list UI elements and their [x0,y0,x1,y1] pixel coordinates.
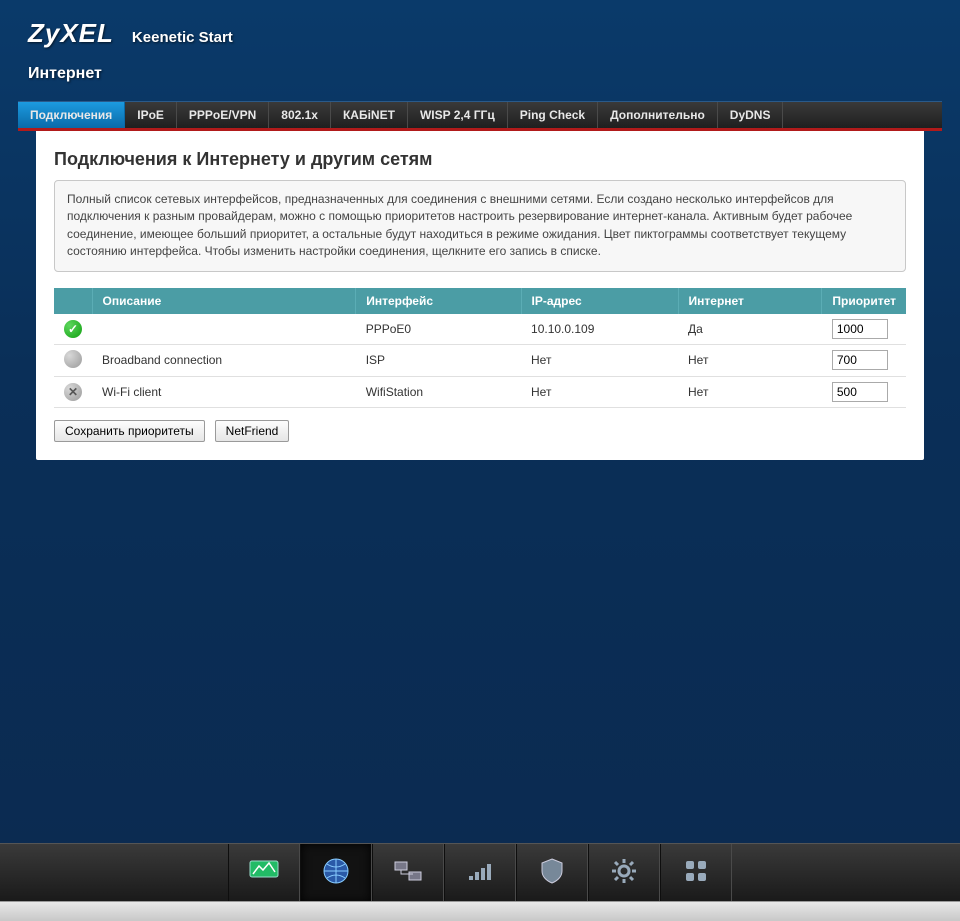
cell-internet: Нет [678,344,822,376]
globe-icon [322,857,350,888]
cell-internet: Нет [678,376,822,407]
cell-description [92,314,356,345]
priority-input[interactable] [832,350,888,370]
cell-priority [822,344,906,376]
priority-input[interactable] [832,382,888,402]
cell-priority [822,314,906,345]
table-row[interactable]: Broadband connectionISPНетНет [54,344,906,376]
dock-firewall[interactable] [516,844,588,902]
main-panel: Подключения к Интернету и другим сетям П… [36,131,924,460]
col-internet: Интернет [678,288,822,314]
check-icon: ✓ [64,320,82,338]
panel-title: Подключения к Интернету и другим сетям [54,149,906,170]
dock [0,843,960,901]
cell-interface: ISP [356,344,521,376]
tabs: ПодключенияIPoEPPPoE/VPN802.1xКАБiNETWIS… [18,101,942,131]
priority-input[interactable] [832,319,888,339]
dock-globe[interactable] [300,844,372,902]
cell-ip: Нет [521,344,678,376]
col-status [54,288,92,314]
os-taskbar [0,901,960,921]
cell-ip: 10.10.0.109 [521,314,678,345]
col-interface: Интерфейс [356,288,521,314]
netfriend-button[interactable]: NetFriend [215,420,290,442]
cell-description: Broadband connection [92,344,356,376]
dock-settings[interactable] [588,844,660,902]
apps-icon [684,859,708,886]
cell-ip: Нет [521,376,678,407]
tab-дополнительно[interactable]: Дополнительно [598,102,718,128]
tab-dydns[interactable]: DyDNS [718,102,784,128]
tab-wisp-2-4-ггц[interactable]: WISP 2,4 ГГц [408,102,508,128]
tab-подключения[interactable]: Подключения [18,102,125,128]
dock-network[interactable] [372,844,444,902]
table-row[interactable]: ✕Wi-Fi clientWifiStationНетНет [54,376,906,407]
cell-internet: Да [678,314,822,345]
monitor-icon [249,860,279,885]
network-icon [393,860,423,885]
info-text: Полный список сетевых интерфейсов, предн… [54,180,906,272]
button-row: Сохранить приоритеты NetFriend [54,420,906,442]
section-title: Интернет [28,65,932,83]
brand-logo: ZyXEL [28,18,114,49]
cell-status: ✓ [54,314,92,345]
cell-status: ✕ [54,376,92,407]
header: ZyXEL Keenetic Start Интернет [0,0,960,91]
cell-interface: WifiStation [356,376,521,407]
firewall-icon [540,858,564,887]
tab-802-1x[interactable]: 802.1x [269,102,331,128]
model-name: Keenetic Start [132,29,233,46]
col-description: Описание [92,288,356,314]
dot-icon [64,350,82,368]
cell-priority [822,376,906,407]
wifi-icon [466,860,494,885]
cell-status [54,344,92,376]
connections-tbody: ✓PPPoE010.10.0.109ДаBroadband connection… [54,314,906,408]
col-priority: Приоритет [822,288,906,314]
tab-pppoe-vpn[interactable]: PPPoE/VPN [177,102,269,128]
cell-interface: PPPoE0 [356,314,521,345]
cross-icon: ✕ [64,383,82,401]
settings-icon [611,858,637,887]
col-ip: IP-адрес [521,288,678,314]
tab-ping-check[interactable]: Ping Check [508,102,598,128]
dock-monitor[interactable] [228,844,300,902]
save-priorities-button[interactable]: Сохранить приоритеты [54,420,205,442]
dock-apps[interactable] [660,844,732,902]
tab-ipoe[interactable]: IPoE [125,102,177,128]
tab-кабinet[interactable]: КАБiNET [331,102,408,128]
tabs-container: ПодключенияIPoEPPPoE/VPN802.1xКАБiNETWIS… [18,101,942,460]
table-row[interactable]: ✓ PPPoE010.10.0.109Да [54,314,906,345]
dock-wifi[interactable] [444,844,516,902]
connections-table: Описание Интерфейс IP-адрес Интернет При… [54,288,906,408]
cell-description: Wi-Fi client [92,376,356,407]
